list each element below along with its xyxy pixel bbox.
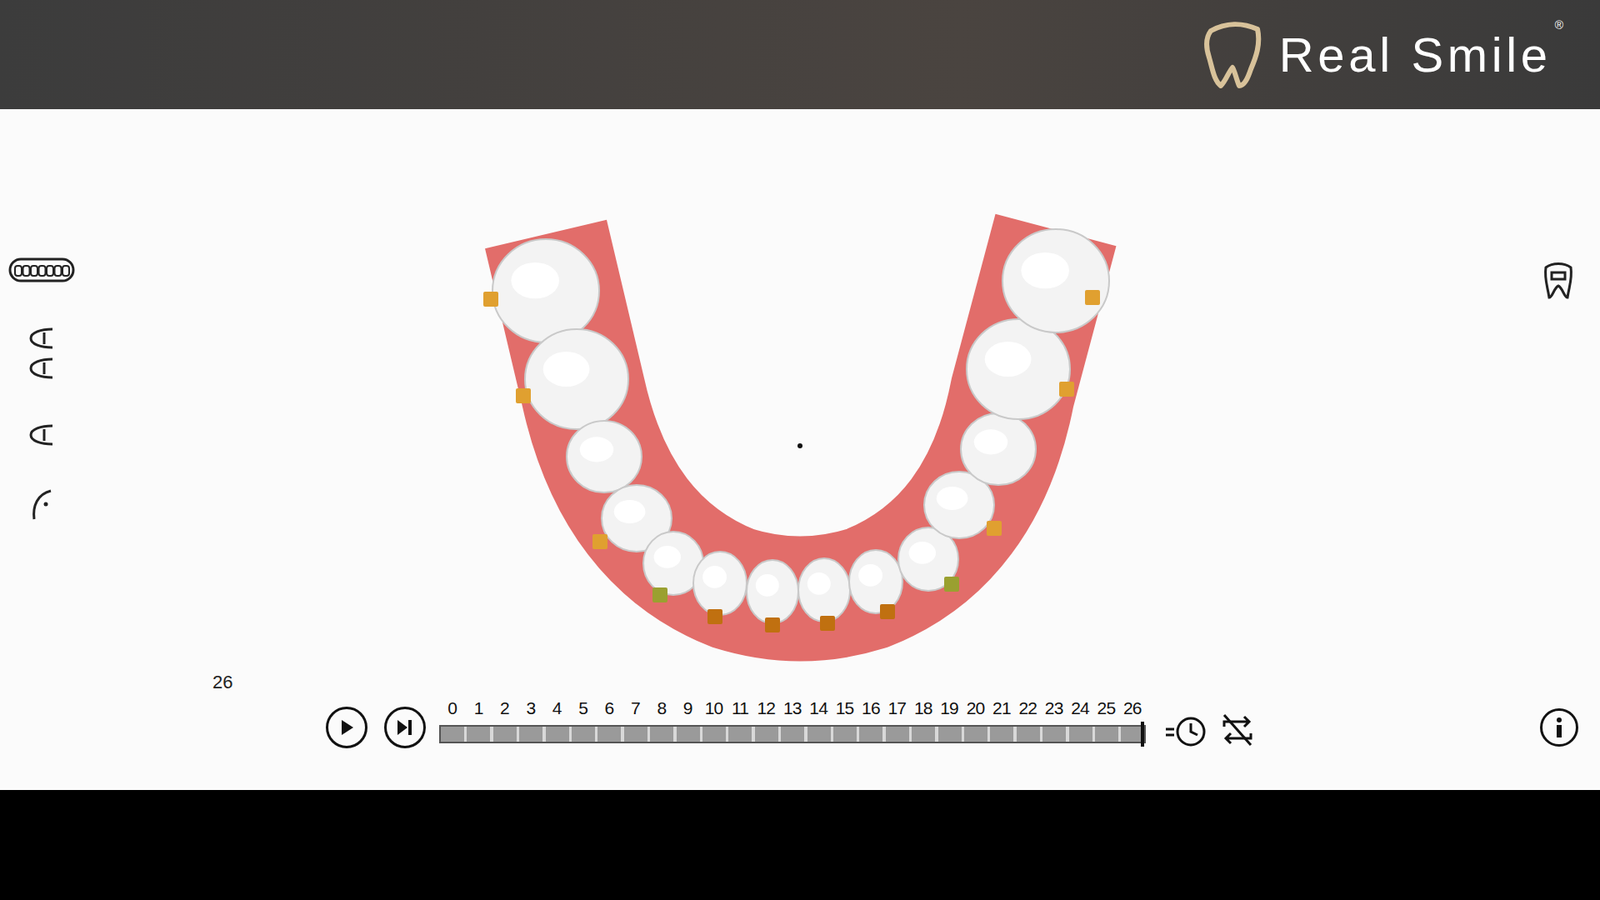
right-toolbar (1516, 109, 1600, 674)
play-icon (339, 719, 355, 736)
tooth-logo-icon (1200, 19, 1266, 91)
tooth[interactable] (483, 239, 600, 343)
tooth[interactable] (693, 551, 747, 625)
timeline-step[interactable]: 24 (1066, 696, 1093, 720)
timeline-step[interactable]: 25 (1093, 696, 1120, 720)
timeline-step[interactable]: 6 (595, 696, 622, 720)
step-forward-button[interactable] (384, 706, 426, 749)
step-forward-icon (395, 719, 415, 736)
bottom-bar (0, 790, 1600, 900)
play-button[interactable] (325, 706, 368, 749)
left-toolbar (0, 109, 84, 674)
rotate-view-icon[interactable] (29, 485, 55, 523)
viewer: 2601234567891011121314151617181920212223… (0, 109, 1600, 790)
timeline-step[interactable]: 22 (1015, 696, 1041, 720)
app: Real Smile®26012345678910111213141516171… (0, 0, 1600, 900)
brand-logo: Real Smile® (1200, 19, 1564, 91)
tooth[interactable] (515, 329, 629, 430)
info-icon (1555, 717, 1564, 738)
timeline-step[interactable]: 12 (753, 696, 780, 720)
timeline-step[interactable]: 21 (988, 696, 1015, 720)
loop-toggle-button[interactable] (1217, 711, 1258, 749)
timeline-step[interactable]: 7 (622, 696, 649, 720)
timeline-step[interactable]: 20 (962, 696, 989, 720)
timeline-step[interactable]: 2 (491, 696, 518, 720)
timeline[interactable]: 0123456789101112131415161718192021222324… (439, 696, 1146, 744)
timeline-step[interactable]: 23 (1040, 696, 1067, 720)
brand-name: Real Smile® (1279, 30, 1564, 80)
arch-view-icon[interactable] (7, 255, 76, 286)
timeline-step[interactable]: 18 (910, 696, 936, 720)
timeline-step[interactable]: 26 (1119, 696, 1145, 720)
tooth[interactable] (1002, 229, 1110, 333)
repeat-off-icon (1217, 711, 1258, 749)
playback-controls: 2601234567891011121314151617181920212223… (0, 673, 1600, 790)
timeline-steps: 0123456789101112131415161718192021222324… (439, 696, 1146, 720)
timeline-step[interactable]: 19 (935, 696, 962, 720)
timeline-track[interactable] (439, 725, 1146, 744)
timeline-step[interactable]: 15 (831, 696, 858, 720)
tooth-view-icon[interactable] (1540, 260, 1576, 301)
both-jaws-icon[interactable] (29, 322, 55, 383)
tooth[interactable] (966, 319, 1075, 420)
header: Real Smile® (0, 0, 1600, 110)
timeline-step[interactable]: 14 (805, 696, 831, 720)
timeline-step[interactable]: 17 (884, 696, 910, 720)
timeline-step[interactable]: 16 (857, 696, 884, 720)
tooth[interactable] (960, 413, 1036, 485)
tooth[interactable] (849, 550, 903, 620)
timeline-step[interactable]: 0 (439, 696, 465, 720)
clock-icon (1164, 715, 1208, 749)
timeline-step[interactable]: 4 (544, 696, 570, 720)
model-canvas[interactable] (83, 109, 1517, 674)
timeline-step[interactable]: 9 (675, 696, 701, 720)
info-button[interactable] (1540, 708, 1579, 747)
timeline-handle[interactable] (1140, 721, 1145, 747)
timeline-fill (440, 726, 1145, 742)
timeline-step[interactable]: 1 (465, 696, 491, 720)
timeline-step[interactable]: 10 (700, 696, 727, 720)
timeline-step[interactable]: 11 (726, 696, 753, 720)
timeline-step[interactable]: 8 (648, 696, 675, 720)
lower-jaw-icon[interactable] (29, 419, 55, 450)
tooth[interactable] (746, 560, 799, 633)
tooth[interactable] (798, 558, 850, 631)
lower-arch-model[interactable] (83, 109, 1517, 674)
stage-label: 26 (0, 673, 1600, 697)
speed-button[interactable] (1164, 715, 1208, 749)
timeline-step[interactable]: 5 (570, 696, 596, 720)
timeline-step[interactable]: 13 (779, 696, 805, 720)
tooth[interactable] (566, 420, 642, 493)
timeline-step[interactable]: 3 (517, 696, 544, 720)
